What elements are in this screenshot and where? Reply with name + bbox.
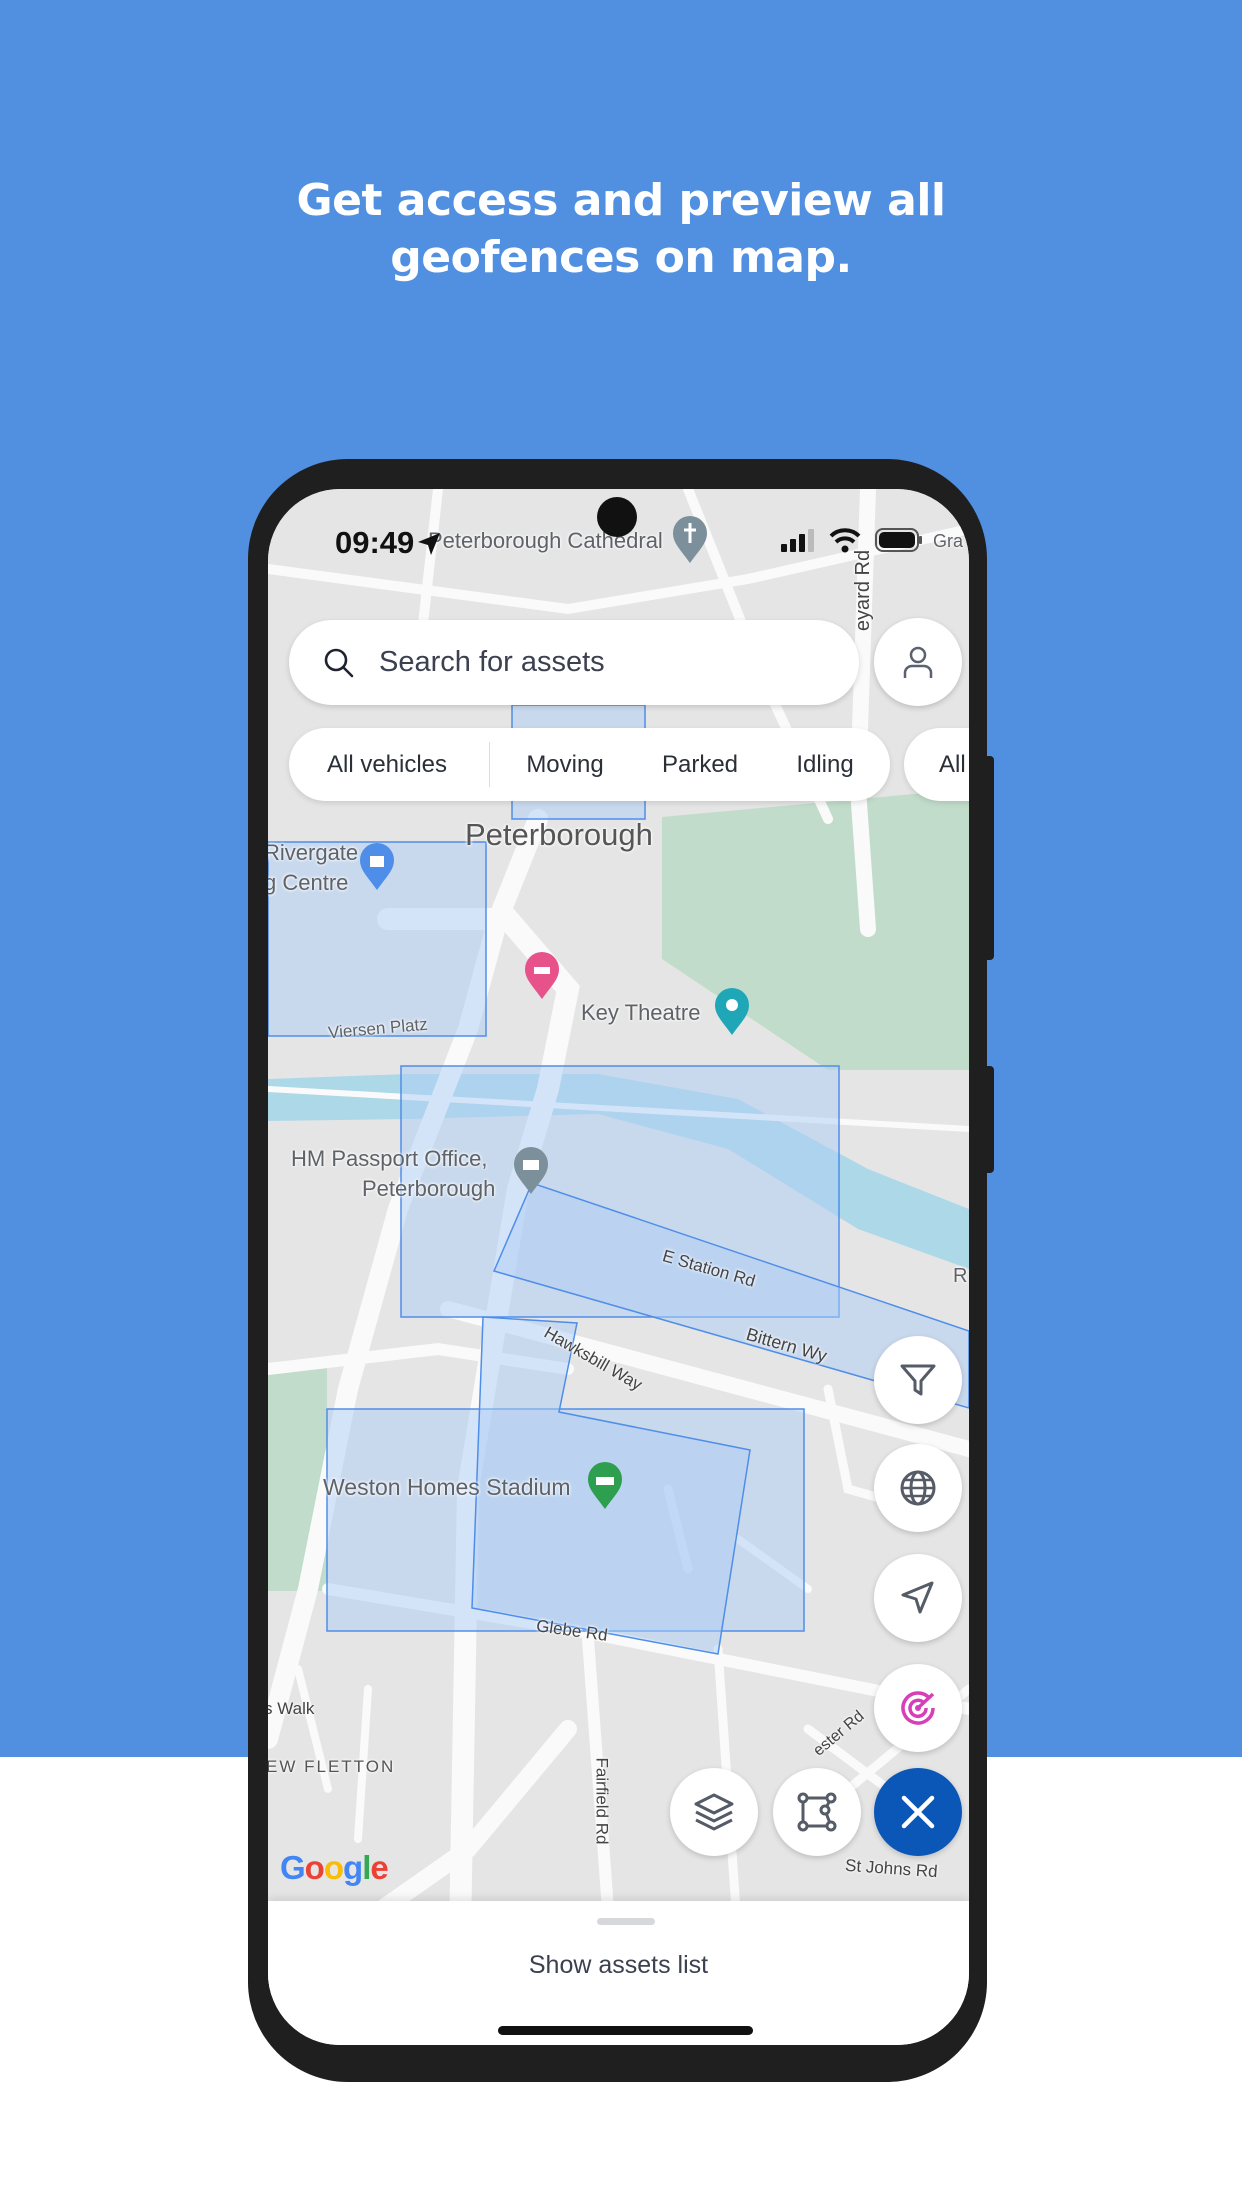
user-icon <box>903 646 933 678</box>
search-input[interactable]: Search for assets <box>379 646 605 679</box>
map-type-button[interactable] <box>874 1444 962 1532</box>
status-time: 09:49 <box>335 525 415 560</box>
map-label: g Centre <box>268 870 349 895</box>
geofence-draw-icon <box>797 1792 837 1832</box>
chip-moving[interactable]: Moving <box>526 728 603 801</box>
chip-all[interactable]: All <box>904 728 969 801</box>
search-bar[interactable]: Search for assets <box>289 620 859 705</box>
map-label: EW FLETTON <box>268 1757 396 1776</box>
headline-line-2: geofences on map. <box>390 232 852 283</box>
map-label: Fairfield Rd <box>592 1757 612 1845</box>
globe-icon <box>900 1470 936 1506</box>
geofences-toggle-button[interactable] <box>874 1664 962 1752</box>
location-arrow-icon <box>418 533 440 555</box>
show-assets-list-button[interactable]: Show assets list <box>268 1951 969 1980</box>
close-icon <box>901 1795 935 1829</box>
navigation-arrow-icon <box>901 1581 934 1614</box>
map-label: Key Theatre <box>581 1000 701 1025</box>
filter-icon <box>900 1364 936 1396</box>
sheet-drag-handle[interactable] <box>597 1918 655 1925</box>
map[interactable] <box>268 489 969 2045</box>
map-label: Peterborough <box>465 817 653 852</box>
headline-line-1: Get access and preview all <box>296 175 947 226</box>
filter-button[interactable] <box>874 1336 962 1424</box>
assets-bottom-sheet[interactable]: Show assets list <box>268 1901 969 2045</box>
phone-screen: Peterborough Cathedral Gra eyard Rd Pete… <box>268 489 969 2045</box>
map-label: Peterborough <box>362 1176 496 1201</box>
front-camera <box>597 497 637 537</box>
map-label: s Walk <box>268 1699 315 1718</box>
map-label: eyard Rd <box>852 549 875 632</box>
map-label: HM Passport Office, <box>291 1146 488 1171</box>
profile-button[interactable] <box>874 618 962 706</box>
layers-button[interactable] <box>670 1768 758 1856</box>
my-location-button[interactable] <box>874 1554 962 1642</box>
chip-all-vehicles[interactable]: All vehicles <box>327 728 447 801</box>
map-label: Rivergate <box>268 840 359 865</box>
headline: Get access and preview all geofences on … <box>0 172 1242 286</box>
signal-icon <box>781 529 814 552</box>
layers-icon <box>694 1793 734 1831</box>
target-icon <box>901 1691 935 1725</box>
close-menu-button[interactable] <box>874 1768 962 1856</box>
chip-idling[interactable]: Idling <box>796 728 853 801</box>
chip-divider <box>489 742 490 787</box>
map-label: R <box>953 1265 968 1287</box>
map-label: Gra <box>933 531 964 551</box>
map-label: Weston Homes Stadium <box>323 1474 571 1500</box>
phone-side-button <box>985 1066 994 1173</box>
phone-side-button <box>985 756 994 960</box>
chip-parked[interactable]: Parked <box>662 728 738 801</box>
search-icon <box>324 648 354 677</box>
google-logo: Google <box>280 1849 389 1886</box>
draw-geofence-button[interactable] <box>773 1768 861 1856</box>
home-indicator <box>498 2026 753 2035</box>
wifi-icon <box>829 528 861 553</box>
battery-icon <box>875 528 922 552</box>
status-filter-chips: All vehicles Moving Parked Idling <box>289 728 890 801</box>
